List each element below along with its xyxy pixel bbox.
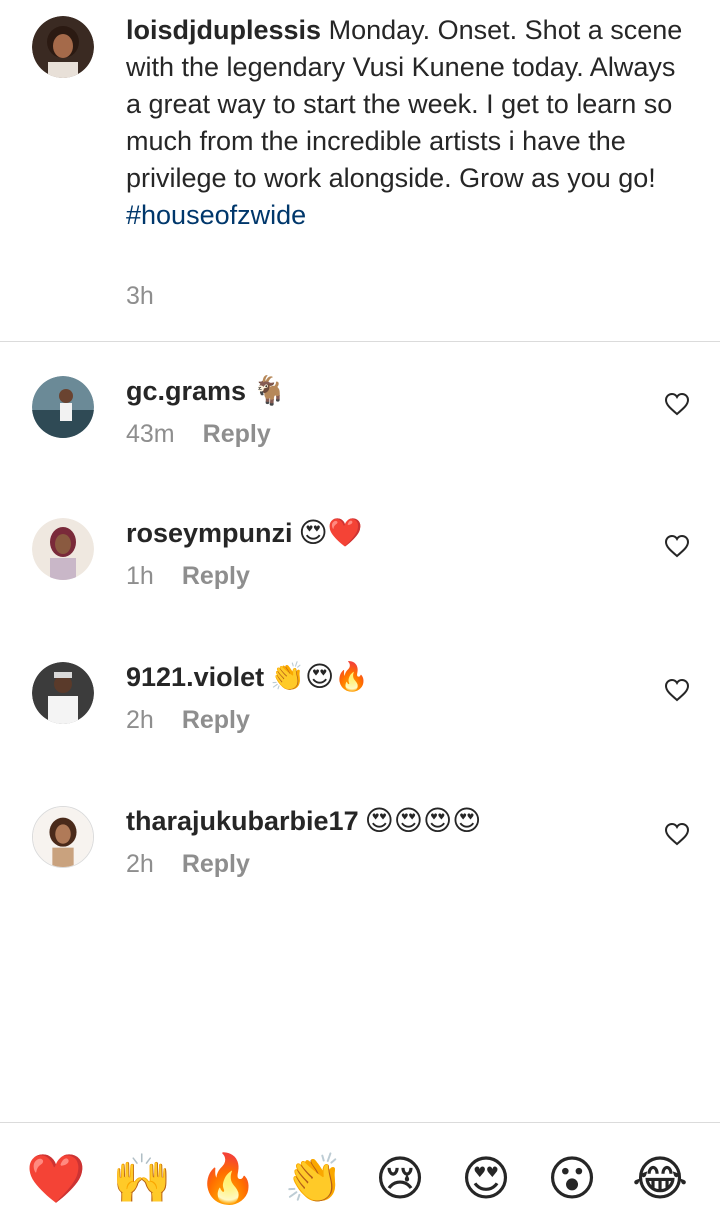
commenter-avatar[interactable] [32, 806, 94, 868]
comment-timestamp: 2h [126, 850, 154, 878]
reply-button[interactable]: Reply [203, 420, 271, 448]
comment-timestamp: 2h [126, 706, 154, 734]
comment-timestamp: 1h [126, 562, 154, 590]
comment-item: tharajukubarbie17 😍😍😍😍 2h Reply [0, 804, 720, 926]
caption-timestamp: 3h [126, 282, 154, 310]
caption-username[interactable]: loisdjduplessis [126, 15, 321, 45]
comment-emoji: 😍❤️ [298, 516, 363, 549]
like-heart-icon[interactable] [664, 534, 690, 558]
commenter-avatar[interactable] [32, 518, 94, 580]
laughing-emoji-icon[interactable]: 😂 [628, 1149, 692, 1209]
surprised-emoji-icon[interactable]: 😮 [540, 1149, 604, 1209]
clap-emoji-icon[interactable]: 👏 [282, 1149, 346, 1209]
comment-item: gc.grams 🐐 43m Reply [0, 374, 720, 496]
quick-reaction-bar: ❤️ 🙌 🔥 👏 😢 😍 😮 😂 [0, 1122, 720, 1207]
crying-emoji-icon[interactable]: 😢 [368, 1149, 432, 1209]
caption-hashtag[interactable]: #houseofzwide [126, 200, 306, 230]
comment-emoji: 👏😍🔥 [270, 660, 370, 693]
comment-username[interactable]: roseympunzi [126, 518, 293, 548]
reply-button[interactable]: Reply [182, 706, 250, 734]
fire-emoji-icon[interactable]: 🔥 [196, 1149, 260, 1209]
heart-emoji-icon[interactable]: ❤️ [24, 1149, 88, 1209]
like-heart-icon[interactable] [664, 822, 690, 846]
comment-username[interactable]: gc.grams [126, 376, 246, 406]
post-caption: loisdjduplessis Monday. Onset. Shot a sc… [0, 0, 720, 342]
commenter-avatar[interactable] [32, 376, 94, 438]
commenter-avatar[interactable] [32, 662, 94, 724]
divider [0, 341, 720, 342]
comment-timestamp: 43m [126, 420, 175, 448]
like-heart-icon[interactable] [664, 392, 690, 416]
like-heart-icon[interactable] [664, 678, 690, 702]
reply-button[interactable]: Reply [182, 562, 250, 590]
caption-author-avatar[interactable] [32, 16, 94, 78]
comment-username[interactable]: tharajukubarbie17 [126, 806, 359, 836]
comment-item: roseympunzi 😍❤️ 1h Reply [0, 516, 720, 638]
comment-item: 9121.violet 👏😍🔥 2h Reply [0, 660, 720, 782]
comment-emoji: 🐐 [252, 374, 287, 407]
comment-username[interactable]: 9121.violet [126, 662, 264, 692]
raised-hands-emoji-icon[interactable]: 🙌 [110, 1149, 174, 1209]
reply-button[interactable]: Reply [182, 850, 250, 878]
heart-eyes-emoji-icon[interactable]: 😍 [454, 1149, 518, 1209]
comment-emoji: 😍😍😍😍 [364, 804, 482, 837]
